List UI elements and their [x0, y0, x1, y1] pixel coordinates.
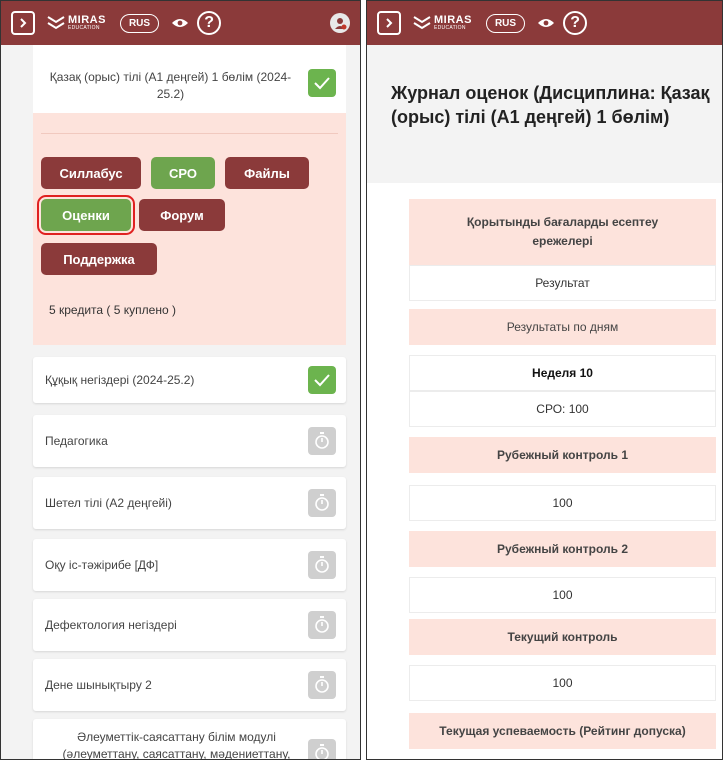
course-status-pending	[308, 739, 336, 759]
course-title: Шетел тілі (А2 деңгейі)	[45, 496, 172, 510]
miras-logo-icon	[413, 16, 431, 30]
divider	[41, 133, 338, 134]
week-label: Неделя 10	[409, 355, 716, 391]
stopwatch-icon	[315, 556, 329, 573]
stopwatch-icon	[315, 616, 329, 633]
current-control-header: Текущий контроль	[409, 619, 716, 655]
credits-text: 5 кредита ( 5 куплено )	[49, 303, 176, 317]
course-status-pending	[308, 551, 336, 579]
course-title: Педагогика	[45, 434, 108, 448]
course-item[interactable]: Шетел тілі (А2 деңгейі)	[33, 477, 346, 529]
language-button[interactable]: RUS	[485, 13, 526, 33]
course-list-panel: MIRAS EDUCATION RUS ? Қазақ (орыс) тілі …	[0, 0, 361, 760]
course-status-pending	[308, 427, 336, 455]
top-bar: MIRAS EDUCATION RUS ?	[367, 1, 722, 45]
help-button[interactable]: ?	[197, 11, 222, 35]
language-button[interactable]: RUS	[119, 13, 160, 33]
top-bar: MIRAS EDUCATION RUS ?	[1, 1, 360, 45]
course-actions: Силлабус СРО Файлы Оценки Форум Поддержк…	[33, 113, 346, 345]
journal-content: Қорытынды бағаларды есептеу ережелері Ре…	[367, 183, 722, 759]
menu-toggle-button[interactable]	[377, 11, 401, 35]
avatar-icon	[335, 18, 347, 30]
course-title: Құқық негіздері (2024-25.2)	[45, 373, 195, 387]
course-title: Дене шынықтыру 2	[45, 678, 152, 692]
course-item[interactable]: Дене шынықтыру 2	[33, 659, 346, 711]
course-title: Әлеуметтік-саясаттану білім модулі (әлеу…	[62, 730, 291, 760]
eye-icon	[538, 19, 555, 27]
rk1-header: Рубежный контроль 1	[409, 437, 716, 473]
help-button[interactable]: ?	[563, 11, 588, 35]
course-title: Дефектология негіздері	[45, 618, 177, 632]
current-control-value: 100	[409, 665, 716, 701]
stopwatch-icon	[315, 494, 329, 511]
checkmark-icon	[314, 77, 330, 90]
course-status-done	[308, 69, 336, 97]
course-item[interactable]: Әлеуметтік-саясаттану білім модулі (әлеу…	[33, 719, 346, 760]
rk2-header: Рубежный контроль 2	[409, 531, 716, 567]
course-item[interactable]: Оқу іс-тәжірибе [ДФ]	[33, 539, 346, 591]
menu-toggle-button[interactable]	[11, 11, 35, 35]
logo-sub: EDUCATION	[68, 25, 100, 31]
stopwatch-icon	[315, 432, 329, 449]
stopwatch-icon	[315, 744, 329, 759]
course-item[interactable]: Педагогика	[33, 415, 346, 467]
result-label: Результат	[409, 265, 716, 301]
visibility-toggle[interactable]	[537, 17, 555, 29]
chevron-right-icon	[20, 18, 27, 28]
checkmark-icon	[314, 374, 330, 387]
course-item[interactable]: Дефектология негіздері	[33, 599, 346, 651]
course-status-pending	[308, 671, 336, 699]
grades-button[interactable]: Оценки	[37, 195, 135, 235]
course-item[interactable]: Құқық негіздері (2024-25.2)	[33, 357, 346, 403]
forum-button[interactable]: Форум	[139, 199, 225, 231]
support-button[interactable]: Поддержка	[41, 243, 157, 275]
rules-link[interactable]: Қорытынды бағаларды есептеу ережелері	[409, 199, 716, 265]
rk2-value: 100	[409, 577, 716, 613]
sro-button[interactable]: СРО	[151, 157, 215, 189]
course-status-pending	[308, 489, 336, 517]
page-title: Журнал оценок (Дисциплина: Қазақ (орыс) …	[391, 83, 710, 128]
performance-header: Текущая успеваемость (Рейтинг допуска)	[409, 713, 716, 749]
chevron-right-icon	[386, 18, 393, 28]
grades-journal-panel: MIRAS EDUCATION RUS ? Журнал оценок (Дис…	[366, 0, 723, 760]
sro-value: СРО: 100	[409, 391, 716, 427]
eye-icon	[172, 19, 189, 27]
course-title: Оқу іс-тәжірибе [ДФ]	[45, 558, 159, 572]
visibility-toggle[interactable]	[171, 17, 189, 29]
results-by-days-header: Результаты по дням	[409, 309, 716, 345]
stopwatch-icon	[315, 676, 329, 693]
files-button[interactable]: Файлы	[225, 157, 309, 189]
miras-logo-icon	[47, 16, 65, 30]
logo[interactable]: MIRAS EDUCATION	[413, 15, 472, 31]
avatar[interactable]	[330, 13, 350, 33]
syllabus-button[interactable]: Силлабус	[41, 157, 141, 189]
expanded-course-header[interactable]: Қазақ (орыс) тілі (А1 деңгей) 1 бөлім (2…	[33, 45, 346, 113]
course-status-done	[308, 366, 336, 394]
logo[interactable]: MIRAS EDUCATION	[47, 15, 106, 31]
logo-sub: EDUCATION	[434, 25, 466, 31]
course-title: Қазақ (орыс) тілі (А1 деңгей) 1 бөлім (2…	[49, 70, 292, 101]
rk1-value: 100	[409, 485, 716, 521]
course-status-pending	[308, 611, 336, 639]
